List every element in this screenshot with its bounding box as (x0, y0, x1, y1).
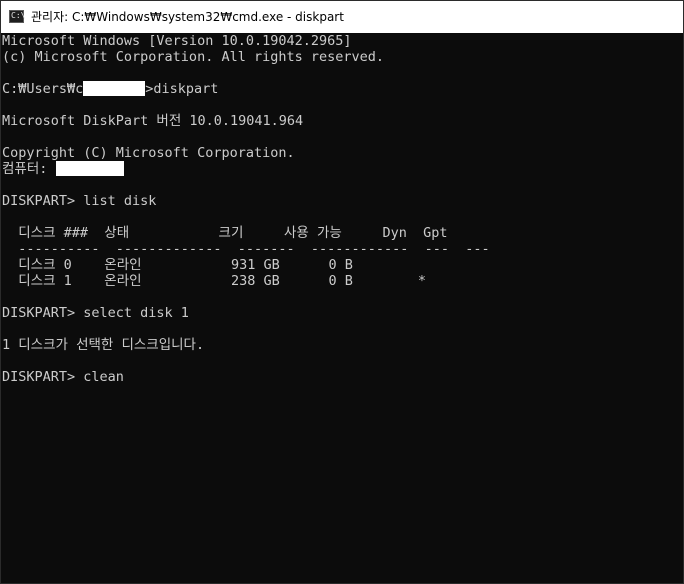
clean-command: DISKPART> clean (2, 369, 124, 385)
title-bar[interactable]: C:\ 관리자: C:₩Windows₩system32₩cmd.exe - d… (1, 1, 683, 33)
console-output[interactable]: Microsoft Windows [Version 10.0.19042.29… (1, 33, 683, 583)
console-lines: Microsoft Windows [Version 10.0.19042.29… (2, 33, 683, 385)
diskpart-version-line: Microsoft DiskPart 버전 10.0.19041.964 (2, 113, 304, 129)
windows-copyright-line: (c) Microsoft Corporation. All rights re… (2, 49, 385, 65)
prompt-line: C:₩Users₩c >diskpart (2, 81, 683, 97)
window-title: 관리자: C:₩Windows₩system32₩cmd.exe - diskp… (31, 10, 344, 24)
redacted-computer-name (55, 161, 124, 176)
prompt-command: >diskpart (145, 81, 219, 97)
prompt-path: C:₩Users₩c (2, 81, 84, 97)
diskpart-copyright-line: Copyright (C) Microsoft Corporation. (2, 145, 295, 161)
list-disk-command: DISKPART> list disk (2, 193, 157, 209)
disk-table-header: 디스크 ### 상태 크기 사용 가능 Dyn Gpt (2, 225, 448, 241)
redacted-username (83, 81, 146, 96)
disk-table-divider: ---------- ------------- ------- -------… (2, 241, 490, 257)
windows-version-line: Microsoft Windows [Version 10.0.19042.29… (2, 33, 352, 49)
select-result-line: 1 디스크가 선택한 디스크입니다. (2, 337, 205, 353)
disk-table-row: 디스크 1 온라인 238 GB 0 B * (2, 273, 427, 289)
cmd-icon[interactable]: C:\ (9, 10, 26, 23)
disk-table-row: 디스크 0 온라인 931 GB 0 B (2, 257, 353, 273)
computer-label: 컴퓨터: (2, 161, 56, 177)
cmd-window: C:\ 관리자: C:₩Windows₩system32₩cmd.exe - d… (0, 0, 684, 584)
computer-line: 컴퓨터: (2, 161, 683, 177)
select-disk-command: DISKPART> select disk 1 (2, 305, 189, 321)
cmd-icon-glyph: C:\ (11, 11, 26, 20)
